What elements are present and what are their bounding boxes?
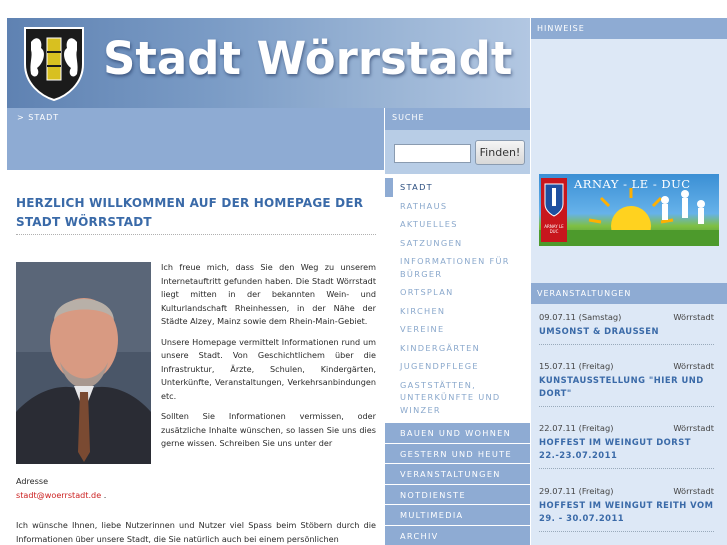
closing-text: Ich wünsche Ihnen, liebe Nutzerinnen und… <box>16 520 376 544</box>
arnay-le-duc-banner[interactable]: ARNAY - LE - DUC ARNAY LE DUC <box>539 174 719 246</box>
main-content: HERZLICH WILLKOMMEN AUF DER HOMEPAGE DER… <box>7 170 384 545</box>
nav-item[interactable]: VEREINE <box>385 320 530 339</box>
event-place: Wörrstadt <box>673 423 714 433</box>
email-suffix: . <box>101 490 107 500</box>
page-title: HERZLICH WILLKOMMEN AUF DER HOMEPAGE DER… <box>16 196 364 229</box>
banner-text: ARNAY - LE - DUC <box>574 177 691 191</box>
event-place: Wörrstadt <box>673 312 714 322</box>
hinweise-heading: HINWEISE <box>530 18 727 39</box>
nav-item[interactable]: KINDERGÄRTEN <box>385 338 530 357</box>
main-navigation: STADT RATHAUS AKTUELLES SATZUNGEN INFORMATIO… <box>384 174 530 545</box>
nav-item[interactable]: KIRCHEN <box>385 301 530 320</box>
search-heading: SUCHE <box>384 108 530 130</box>
event-date: 29.07.11 (Freitag) <box>539 486 614 496</box>
event-place: Wörrstadt <box>673 486 714 496</box>
event-title[interactable]: HOFFEST IM WEINGUT REITH VOM 29. - 30.07… <box>539 499 714 525</box>
breadcrumb-bar: > STADT <box>7 108 384 170</box>
event-date: 09.07.11 (Samstag) <box>539 312 622 322</box>
event-divider <box>539 468 714 469</box>
event-title[interactable]: UMSONST & DRAUSSEN <box>539 325 714 338</box>
search-input[interactable] <box>394 144 471 163</box>
mayor-portrait-image <box>16 262 151 464</box>
nav-item[interactable]: SATZUNGEN <box>385 233 530 252</box>
breadcrumb[interactable]: > STADT <box>17 113 59 122</box>
intro-paragraph: Sollten Sie Informationen vermissen, ode… <box>161 411 376 448</box>
event-meta: 29.07.11 (Freitag) Wörrstadt <box>539 486 714 499</box>
event-place: Wörrstadt <box>673 361 714 371</box>
coat-of-arms-logo[interactable] <box>21 24 87 102</box>
event-divider <box>539 531 714 532</box>
address-label: Adresse <box>16 476 49 486</box>
nav-item[interactable]: STADT <box>385 178 530 197</box>
site-title: Stadt Wörrstadt <box>103 32 513 85</box>
event-meta: 22.07.11 (Freitag) Wörrstadt <box>539 423 714 436</box>
nav-item[interactable]: AKTUELLES <box>385 215 530 234</box>
event-divider <box>539 344 714 345</box>
events-heading: VERANSTALTUNGEN <box>530 283 727 304</box>
event-meta: 09.07.11 (Samstag) Wörrstadt <box>539 312 714 325</box>
banner-badge-text: ARNAY LE DUC <box>544 224 564 234</box>
event-divider <box>539 406 714 407</box>
nav-item[interactable]: INFORMATIONEN FÜR BÜRGER <box>385 252 530 283</box>
event-item[interactable]: 15.07.11 (Freitag) Wörrstadt KUNSTAUSSTELL… <box>539 361 714 407</box>
event-title[interactable]: KUNSTAUSSTELLUNG "HIER UND DORT" <box>539 374 714 400</box>
search-panel: Finden! <box>384 130 530 174</box>
nav-item-main[interactable]: VERANSTALTUNGEN <box>385 464 530 485</box>
search-button[interactable]: Finden! <box>475 140 525 165</box>
hinweise-panel: ARNAY - LE - DUC ARNAY LE DUC <box>530 39 727 283</box>
nav-item-main[interactable]: BAUEN UND WOHNEN <box>385 423 530 444</box>
nav-item-main[interactable]: GESTERN UND HEUTE <box>385 443 530 464</box>
nav-item-main[interactable]: ARCHIV <box>385 525 530 545</box>
event-item[interactable]: 09.07.11 (Samstag) Wörrstadt UMSONST & DRA… <box>539 312 714 345</box>
intro-paragraph: Ich freue mich, dass Sie den Weg zu unse… <box>161 262 376 326</box>
nav-item[interactable]: RATHAUS <box>385 196 530 215</box>
email-link[interactable]: stadt@woerrstadt.de <box>16 490 101 500</box>
event-meta: 15.07.11 (Freitag) Wörrstadt <box>539 361 714 374</box>
event-item[interactable]: 22.07.11 (Freitag) Wörrstadt HOFFEST IM WE… <box>539 423 714 469</box>
event-item[interactable]: 29.07.11 (Freitag) Wörrstadt HOFFEST IM WE… <box>539 486 714 532</box>
events-panel: 09.07.11 (Samstag) Wörrstadt UMSONST & DRA… <box>530 304 727 545</box>
nav-item[interactable]: GASTSTÄTTEN, UNTERKÜNFTE UND WINZER <box>385 375 530 419</box>
email-link-row: stadt@woerrstadt.de . <box>16 490 106 500</box>
event-date: 15.07.11 (Freitag) <box>539 361 614 371</box>
site-header: Stadt Wörrstadt <box>7 18 530 108</box>
nav-item-main[interactable]: NOTDIENSTE <box>385 484 530 505</box>
event-date: 22.07.11 (Freitag) <box>539 423 614 433</box>
nav-item-main[interactable]: MULTIMEDIA <box>385 505 530 526</box>
nav-item[interactable]: JUGENDPFLEGE <box>385 357 530 376</box>
nav-item[interactable]: ORTSPLAN <box>385 283 530 302</box>
event-title[interactable]: HOFFEST IM WEINGUT DORST 22.-23.07.2011 <box>539 436 714 462</box>
title-divider <box>16 234 376 235</box>
intro-paragraph: Unsere Homepage vermittelt Informationen… <box>161 336 376 401</box>
nav-sub-list: STADT RATHAUS AKTUELLES SATZUNGEN INFORMATIO… <box>385 174 530 419</box>
intro-text: Ich freue mich, dass Sie den Weg zu unse… <box>161 261 376 451</box>
nav-main-list: BAUEN UND WOHNEN GESTERN UND HEUTE VERANST… <box>385 423 530 545</box>
